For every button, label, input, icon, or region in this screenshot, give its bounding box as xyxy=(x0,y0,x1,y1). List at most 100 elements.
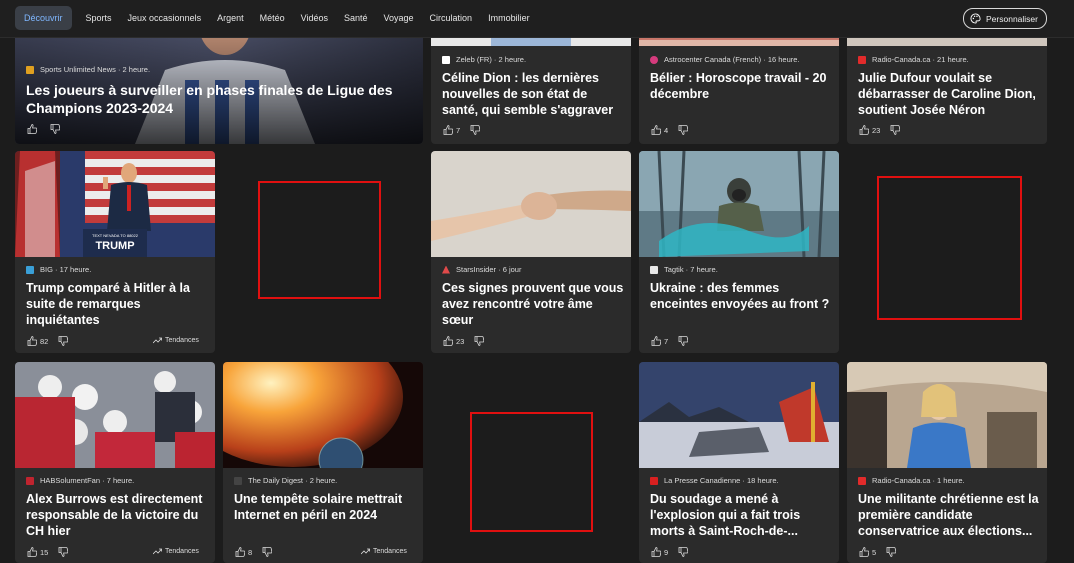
thumbs-down-icon[interactable] xyxy=(474,336,485,346)
like-count: 15 xyxy=(40,547,49,557)
card-title[interactable]: Bélier : Horoscope travail - 20 décembre xyxy=(650,70,836,102)
thumbs-up-icon[interactable] xyxy=(651,336,661,346)
thumbs-down-icon[interactable] xyxy=(58,336,69,346)
news-card-ligue-champions[interactable]: Sports Unlimited News · 2 heure. Les jou… xyxy=(15,30,423,144)
nav-item-sports[interactable]: Sports xyxy=(78,6,120,30)
trending-arrow-icon xyxy=(153,337,162,344)
thumbs-down-icon[interactable] xyxy=(470,125,481,135)
nav-item-argent[interactable]: Argent xyxy=(209,6,252,30)
thumbs-up-icon[interactable] xyxy=(651,125,661,135)
card-source: The Daily Digest · 2 heure. xyxy=(234,476,337,485)
news-card-celine-dion[interactable]: Zeleb (FR) · 2 heure. Céline Dion : les … xyxy=(431,30,631,144)
thumbs-down-icon[interactable] xyxy=(678,125,689,135)
thumbs-up-icon[interactable] xyxy=(859,125,869,135)
card-actions: 4 xyxy=(651,125,689,135)
card-actions: 7 xyxy=(443,125,481,135)
source-name: Tagtik xyxy=(664,265,684,274)
sign-trump-text: TRUMP xyxy=(95,240,134,252)
thumbs-up-icon[interactable] xyxy=(651,547,661,557)
card-source: Zeleb (FR) · 2 heure. xyxy=(442,55,526,64)
thumbs-up-icon[interactable] xyxy=(443,336,453,346)
card-title[interactable]: Julie Dufour voulait se débarrasser de C… xyxy=(858,70,1044,118)
news-card-militante-chretienne[interactable]: Radio-Canada.ca · 1 heure. Une militante… xyxy=(847,362,1047,563)
nav-item-decouvrir[interactable]: Découvrir xyxy=(15,6,72,30)
thumbs-down-icon[interactable] xyxy=(262,547,273,557)
card-actions xyxy=(27,124,60,134)
card-actions: 82 xyxy=(27,336,69,346)
personnaliser-button[interactable]: Personnaliser xyxy=(963,8,1047,29)
starsinsider-logo-icon xyxy=(442,265,450,274)
nav-item-jeux-occasionnels[interactable]: Jeux occasionnels xyxy=(120,6,210,30)
news-card-ukraine[interactable]: Tagtik · 7 heure. Ukraine : des femmes e… xyxy=(639,151,839,353)
thumbs-up-icon[interactable] xyxy=(27,124,37,134)
card-title[interactable]: Du soudage a mené à l'explosion qui a fa… xyxy=(650,491,836,539)
category-nav: Découvrir Sports Jeux occasionnels Argen… xyxy=(15,6,538,30)
nav-item-sante[interactable]: Santé xyxy=(336,6,376,30)
empty-slot-highlight xyxy=(258,181,381,299)
source-name: Radio-Canada.ca xyxy=(872,55,931,64)
source-time: 6 jour xyxy=(502,265,522,274)
card-title[interactable]: Une tempête solaire mettrait Internet en… xyxy=(234,491,420,523)
news-card-tempete-solaire[interactable]: The Daily Digest · 2 heure. Une tempête … xyxy=(223,362,423,563)
source-time: 7 heure. xyxy=(106,476,135,485)
card-actions: 5 xyxy=(859,547,897,557)
thumbs-down-icon[interactable] xyxy=(678,547,689,557)
trending-label: Tendances xyxy=(165,337,199,344)
news-card-explosion-saint-roch[interactable]: La Presse Canadienne · 18 heure. Du soud… xyxy=(639,362,839,563)
like-count: 23 xyxy=(872,125,881,135)
daily-digest-logo-icon xyxy=(234,476,242,485)
habsolumentfan-logo-icon xyxy=(26,476,34,485)
source-name: Astrocenter Canada (French) xyxy=(664,55,762,64)
personnaliser-label: Personnaliser xyxy=(986,13,1038,24)
nav-item-voyage[interactable]: Voyage xyxy=(376,6,422,30)
source-time: 17 heure. xyxy=(59,265,92,274)
like-count: 5 xyxy=(872,547,877,557)
card-source: StarsInsider · 6 jour xyxy=(442,265,521,274)
nav-item-immobilier[interactable]: Immobilier xyxy=(480,6,538,30)
card-actions: 23 xyxy=(859,125,901,135)
trending-tag: Tendances xyxy=(153,548,199,555)
news-card-trump[interactable]: TEXT NEVADA TO 88022 TRUMP BIG · 17 heur… xyxy=(15,151,215,353)
nav-item-videos[interactable]: Vidéos xyxy=(293,6,336,30)
news-card-alex-burrows[interactable]: HABSolumentFan · 7 heure. Alex Burrows e… xyxy=(15,362,215,563)
thumbs-up-icon[interactable] xyxy=(235,547,245,557)
thumbs-up-icon[interactable] xyxy=(443,125,453,135)
nav-item-meteo[interactable]: Météo xyxy=(252,6,293,30)
thumbs-up-icon[interactable] xyxy=(27,336,37,346)
like-count: 9 xyxy=(664,547,669,557)
trending-tag: Tendances xyxy=(153,337,199,344)
card-actions: 7 xyxy=(651,336,689,346)
thumbs-up-icon[interactable] xyxy=(27,547,37,557)
thumbs-down-icon[interactable] xyxy=(678,336,689,346)
card-title[interactable]: Trump comparé à Hitler à la suite de rem… xyxy=(26,280,208,328)
thumbs-down-icon[interactable] xyxy=(50,124,60,134)
trump-rally-image: TEXT NEVADA TO 88022 TRUMP xyxy=(15,151,215,257)
trending-label: Tendances xyxy=(165,548,199,555)
empty-slot-highlight xyxy=(877,176,1022,320)
thumbs-down-icon[interactable] xyxy=(890,125,901,135)
source-name: La Presse Canadienne xyxy=(664,476,741,485)
card-title[interactable]: Alex Burrows est directement responsable… xyxy=(26,491,212,539)
news-card-ame-soeur[interactable]: StarsInsider · 6 jour Ces signes prouven… xyxy=(431,151,631,353)
card-title[interactable]: Ukraine : des femmes enceintes envoyées … xyxy=(650,280,836,312)
card-source: Astrocenter Canada (French) · 16 heure. xyxy=(650,55,800,64)
card-source: HABSolumentFan · 7 heure. xyxy=(26,476,134,485)
source-time: 2 heure. xyxy=(309,476,338,485)
presse-canadienne-logo-icon xyxy=(650,476,658,485)
card-title[interactable]: Une militante chrétienne est la première… xyxy=(858,491,1044,539)
news-card-julie-dufour[interactable]: Radio-Canada.ca · 21 heure. Julie Dufour… xyxy=(847,30,1047,144)
zeleb-logo-icon xyxy=(442,55,450,64)
card-source: BIG · 17 heure. xyxy=(26,265,91,274)
nav-item-circulation[interactable]: Circulation xyxy=(422,6,481,30)
card-source: Radio-Canada.ca · 1 heure. xyxy=(858,476,965,485)
card-title[interactable]: Céline Dion : les dernières nouvelles de… xyxy=(442,70,624,118)
top-navigation-bar: Découvrir Sports Jeux occasionnels Argen… xyxy=(0,0,1074,38)
hockey-team-image xyxy=(15,362,215,468)
card-actions: 15 xyxy=(27,547,69,557)
thumbs-down-icon[interactable] xyxy=(886,547,897,557)
thumbs-up-icon[interactable] xyxy=(859,547,869,557)
thumbs-down-icon[interactable] xyxy=(58,547,69,557)
card-title[interactable]: Ces signes prouvent que vous avez rencon… xyxy=(442,280,624,328)
card-title[interactable]: Les joueurs à surveiller en phases final… xyxy=(26,81,406,117)
news-card-horoscope[interactable]: Astrocenter Canada (French) · 16 heure. … xyxy=(639,30,839,144)
